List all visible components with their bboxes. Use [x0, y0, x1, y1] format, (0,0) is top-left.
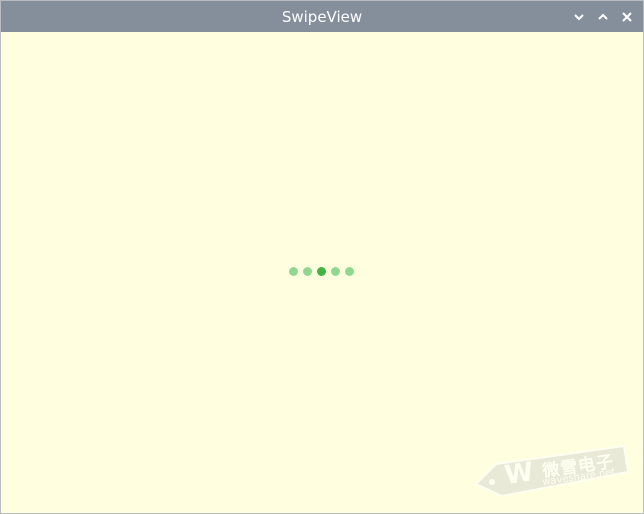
watermark-logo: W 微雪电子 waveshare.net	[472, 438, 632, 500]
maximize-button[interactable]	[593, 7, 613, 27]
page-indicator	[289, 267, 354, 276]
page-dot-active[interactable]	[317, 267, 326, 276]
chevron-up-icon	[598, 13, 608, 20]
page-dot[interactable]	[289, 267, 298, 276]
page-dot[interactable]	[345, 267, 354, 276]
chevron-down-icon	[574, 14, 584, 21]
page-dot[interactable]	[303, 267, 312, 276]
title-bar[interactable]: SwipeView	[1, 1, 643, 32]
close-icon	[622, 12, 632, 22]
close-button[interactable]	[617, 7, 637, 27]
app-window: SwipeView	[0, 0, 644, 514]
window-title: SwipeView	[281, 8, 363, 26]
page-dot[interactable]	[331, 267, 340, 276]
minimize-button[interactable]	[569, 7, 589, 27]
window-controls	[569, 7, 637, 27]
svg-text:W: W	[503, 457, 536, 491]
